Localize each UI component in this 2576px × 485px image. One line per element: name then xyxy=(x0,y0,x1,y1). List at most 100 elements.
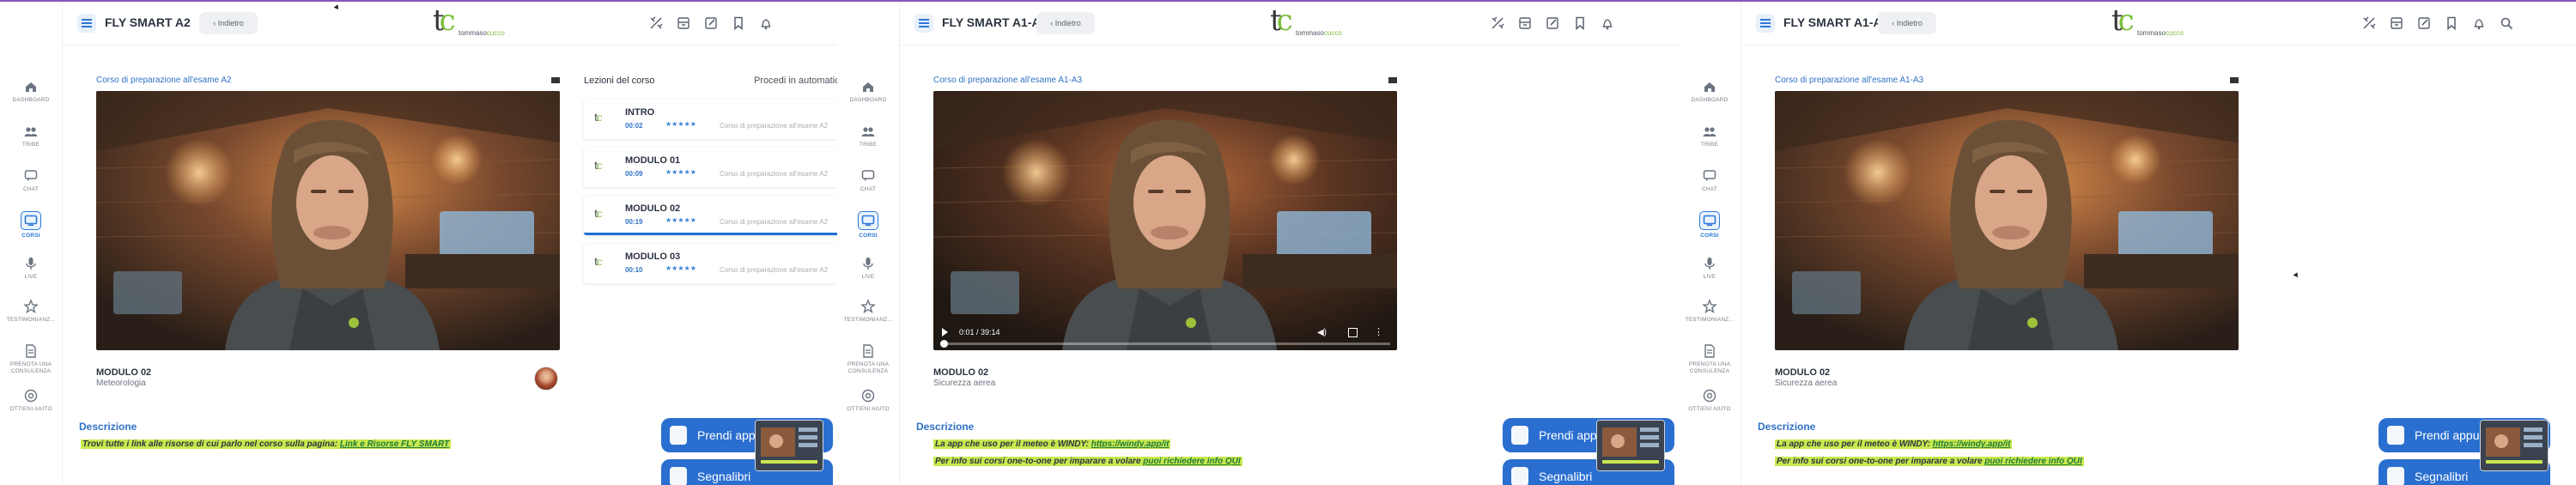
sidebar-item-label: CORSI xyxy=(1700,233,1719,239)
sidebar-item-live[interactable]: LIVE xyxy=(837,256,899,281)
edit-icon[interactable] xyxy=(2416,15,2432,31)
lesson-item[interactable]: tc INTRO 00:02 ★★★★★ Corso di preparazione a… xyxy=(584,100,837,139)
sidebar-item-tribe[interactable]: TRIBE xyxy=(0,124,62,149)
search-icon[interactable] xyxy=(2499,15,2514,31)
picture-in-picture-preview[interactable] xyxy=(2480,420,2549,471)
sidebar-item-label-line2: CONSULENZA xyxy=(10,368,52,374)
bookmark-icon[interactable] xyxy=(1572,15,1588,31)
help-icon xyxy=(0,388,62,403)
fullscreen-icon[interactable] xyxy=(1348,328,1358,337)
notebook-icon xyxy=(2387,426,2404,445)
panel-2: DASHBOARD TRIBE CHAT CORSI LIVE TESTIMONIANZ.… xyxy=(837,2,1679,485)
lesson-item[interactable]: tc MODULO 01 00:09 ★★★★★ Corso di preparazio… xyxy=(584,148,837,187)
lesson-item[interactable]: tc MODULO 02 00:19 ★★★★★ Corso di preparazio… xyxy=(584,196,837,235)
back-button[interactable]: ‹ Indietro xyxy=(1036,12,1095,34)
sidebar-item-corsi[interactable]: CORSI xyxy=(0,211,62,239)
sidebar-item-ottieni-aiuto[interactable]: OTTIENI AIUTO xyxy=(1679,388,1741,413)
sidebar-item-label: DASHBOARD xyxy=(849,97,887,103)
brand-logo[interactable]: tc tommasocucco xyxy=(1270,3,1373,41)
bell-icon[interactable] xyxy=(758,15,774,31)
star-icon xyxy=(837,299,899,314)
back-button[interactable]: ‹ Indietro xyxy=(1878,12,1936,34)
sidebar-item-corsi[interactable]: CORSI xyxy=(837,211,899,239)
sidebar-item-testimonianz[interactable]: TESTIMONIANZ... xyxy=(0,299,62,324)
archive-icon[interactable] xyxy=(1517,15,1533,31)
lesson-thumbnail: tc xyxy=(594,256,602,268)
seek-knob[interactable] xyxy=(940,340,948,348)
bell-icon[interactable] xyxy=(1600,15,1615,31)
volume-icon[interactable]: ◀) xyxy=(1317,328,1327,337)
menu-toggle-button[interactable] xyxy=(914,14,933,33)
sidebar-item-chat[interactable]: CHAT xyxy=(837,168,899,193)
course-title: Corso di preparazione all'esame A2 xyxy=(96,76,232,85)
sidebar-item-prenota-una[interactable]: PRENOTA UNA CONSULENZA xyxy=(1679,343,1741,375)
back-button[interactable]: ‹ Indietro xyxy=(199,12,258,34)
chat-icon xyxy=(0,168,62,184)
archive-icon[interactable] xyxy=(676,15,691,31)
description-link[interactable]: Link e Risorse FLY SMART xyxy=(340,440,449,449)
sidebar-item-chat[interactable]: CHAT xyxy=(1679,168,1741,193)
sidebar-item-corsi[interactable]: CORSI xyxy=(1679,211,1741,239)
brand-logo[interactable]: tc tommasocucco xyxy=(2111,3,2215,41)
bookmark-icon[interactable] xyxy=(2444,15,2459,31)
bookmark-icon[interactable] xyxy=(731,15,746,31)
monitor-icon xyxy=(21,211,41,230)
edit-icon[interactable] xyxy=(1545,15,1560,31)
sidebar-item-label-line2: CONSULENZA xyxy=(848,368,889,374)
description-link[interactable]: https://windy.app/it xyxy=(1933,440,2011,449)
tools-icon[interactable] xyxy=(2361,15,2377,31)
video-player[interactable]: 0:01 / 39:14 ◀) ⋮ xyxy=(933,91,1397,350)
video-player[interactable] xyxy=(96,91,560,350)
rating-stars-icon: ★★★★★ xyxy=(665,216,696,224)
lesson-item[interactable]: tc MODULO 03 00:10 ★★★★★ Corso di preparazio… xyxy=(584,244,837,283)
sidebar-item-tribe[interactable]: TRIBE xyxy=(837,124,899,149)
sidebar-item-ottieni-aiuto[interactable]: OTTIENI AIUTO xyxy=(0,388,62,413)
sidebar-item-label: CHAT xyxy=(860,186,876,192)
archive-icon[interactable] xyxy=(2389,15,2404,31)
tools-icon[interactable] xyxy=(648,15,664,31)
rating-stars-icon: ★★★★★ xyxy=(665,120,696,128)
flag-icon[interactable] xyxy=(551,77,560,83)
sidebar-item-tribe[interactable]: TRIBE xyxy=(1679,124,1741,149)
sidebar-item-dashboard[interactable]: DASHBOARD xyxy=(1679,79,1741,104)
flag-icon[interactable] xyxy=(2230,77,2239,83)
sidebar-item-testimonianz[interactable]: TESTIMONIANZ... xyxy=(1679,299,1741,324)
sidebar-item-dashboard[interactable]: DASHBOARD xyxy=(837,79,899,104)
play-icon[interactable] xyxy=(942,328,948,336)
bell-icon[interactable] xyxy=(2471,15,2487,31)
sidebar-item-label: PRENOTA UNA xyxy=(9,361,52,367)
logo-wordmark: tommasocucco xyxy=(2137,29,2184,37)
sidebar-item-prenota-una[interactable]: PRENOTA UNA CONSULENZA xyxy=(0,343,62,375)
menu-toggle-button[interactable] xyxy=(77,14,96,33)
microphone-icon xyxy=(837,256,899,271)
seek-bar[interactable] xyxy=(940,343,1390,345)
more-options-icon[interactable]: ⋮ xyxy=(1374,326,1383,337)
logo-mark: tc xyxy=(1270,3,1293,38)
tools-icon[interactable] xyxy=(1490,15,1505,31)
sidebar-item-dashboard[interactable]: DASHBOARD xyxy=(0,79,62,104)
sidebar-item-prenota-una[interactable]: PRENOTA UNA CONSULENZA xyxy=(837,343,899,375)
picture-in-picture-preview[interactable] xyxy=(1596,420,1665,471)
bookmark-icon xyxy=(1511,467,1528,485)
description-link[interactable]: puoi richiedere info QUI xyxy=(1984,457,2081,466)
sidebar-item-chat[interactable]: CHAT xyxy=(0,168,62,193)
description-text: Per info sui corsi one-to-one per impara… xyxy=(935,457,1144,466)
edit-icon[interactable] xyxy=(703,15,719,31)
brand-logo[interactable]: tc tommasocucco xyxy=(433,3,536,41)
sidebar-item-live[interactable]: LIVE xyxy=(1679,256,1741,281)
picture-in-picture-preview[interactable] xyxy=(755,420,823,471)
sidebar-item-label: PRENOTA UNA xyxy=(1688,361,1731,367)
description-link[interactable]: puoi richiedere info QUI xyxy=(1143,457,1240,466)
description-link[interactable]: https://windy.app/it xyxy=(1091,440,1170,449)
lesson-thumbnail: tc xyxy=(594,208,602,220)
document-icon xyxy=(0,343,62,359)
sidebar-item-label: OTTIENI AIUTO xyxy=(847,406,890,412)
hamburger-icon xyxy=(919,19,929,27)
instructor-avatar[interactable] xyxy=(534,367,558,391)
sidebar-item-ottieni-aiuto[interactable]: OTTIENI AIUTO xyxy=(837,388,899,413)
menu-toggle-button[interactable] xyxy=(1756,14,1775,33)
video-player[interactable] xyxy=(1775,91,2239,350)
sidebar-item-live[interactable]: LIVE xyxy=(0,256,62,281)
flag-icon[interactable] xyxy=(1388,77,1397,83)
sidebar-item-testimonianz[interactable]: TESTIMONIANZ... xyxy=(837,299,899,324)
